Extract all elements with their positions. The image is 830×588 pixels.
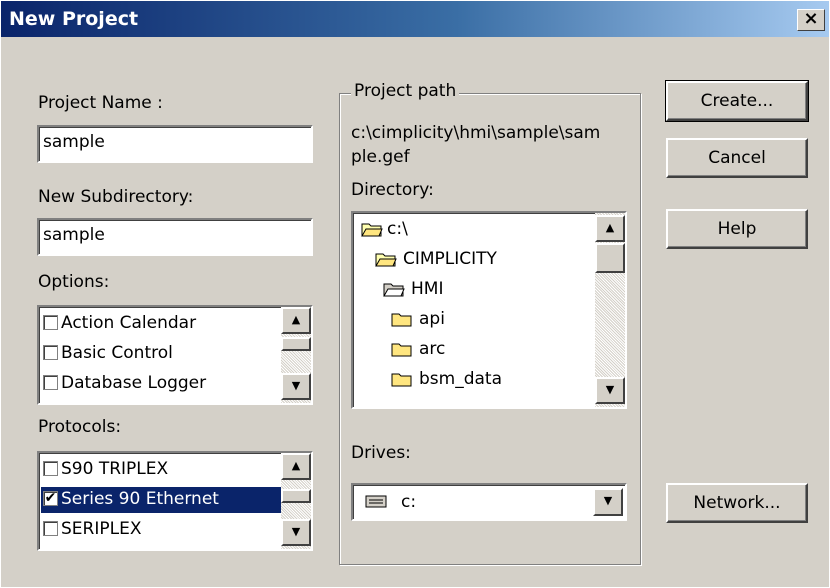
cancel-button[interactable]: Cancel	[666, 138, 808, 178]
directory-label: arc	[419, 339, 446, 359]
directory-item[interactable]: api	[355, 307, 589, 333]
project-path-line2: ple.gef	[351, 147, 410, 167]
scroll-up-icon[interactable]: ▲	[281, 453, 311, 480]
protocol-label: Series 90 Ethernet	[61, 489, 219, 509]
protocols-scrollbar[interactable]: ▲ ▼	[281, 453, 311, 549]
options-listbox[interactable]: Action Calendar Basic Control Database L…	[37, 305, 313, 405]
list-item[interactable]: Basic Control	[41, 341, 281, 367]
chevron-down-icon[interactable]: ▼	[593, 488, 623, 516]
directory-label: bsm_data	[419, 369, 502, 389]
directory-label: HMI	[411, 279, 444, 299]
directory-label: c:\	[387, 219, 408, 239]
list-item-selected[interactable]: ✔ Series 90 Ethernet	[41, 487, 281, 513]
drives-label: Drives:	[351, 443, 411, 463]
drives-combobox[interactable]: c: ▼	[351, 483, 627, 521]
option-label: Database Logger	[61, 373, 207, 393]
checkbox[interactable]	[43, 521, 58, 536]
folder-icon	[391, 373, 412, 387]
directory-item[interactable]: bsm_data	[355, 367, 589, 393]
help-button[interactable]: Help	[666, 209, 808, 249]
list-item[interactable]: SERIPLEX	[41, 517, 281, 543]
directory-item[interactable]: HMI	[355, 277, 589, 303]
subdirectory-label: New Subdirectory:	[38, 187, 194, 207]
create-button[interactable]: Create...	[665, 80, 809, 122]
scroll-thumb[interactable]	[595, 243, 625, 273]
project-path-line1: c:\cimplicity\hmi\sample\sam	[351, 123, 601, 143]
list-item[interactable]: S90 TRIPLEX	[41, 457, 281, 483]
checkbox[interactable]	[43, 345, 58, 360]
drive-icon	[365, 495, 387, 508]
directory-scrollbar[interactable]: ▲ ▼	[595, 213, 625, 407]
scroll-down-icon[interactable]: ▼	[281, 373, 311, 400]
protocols-label: Protocols:	[38, 417, 122, 437]
subdirectory-input[interactable]: sample	[37, 218, 313, 256]
protocol-label: S90 TRIPLEX	[61, 459, 169, 479]
scroll-down-icon[interactable]: ▼	[595, 377, 625, 404]
option-label: Basic Control	[61, 343, 173, 363]
open-folder-icon	[375, 253, 397, 267]
open-folder-icon	[361, 223, 383, 237]
protocols-listbox[interactable]: S90 TRIPLEX ✔ Series 90 Ethernet SERIPLE…	[37, 451, 313, 551]
close-button[interactable]: ×	[797, 9, 825, 31]
directory-label: Directory:	[351, 180, 434, 200]
folder-icon	[391, 313, 412, 327]
scroll-down-icon[interactable]: ▼	[281, 519, 311, 546]
directory-label: CIMPLICITY	[403, 249, 497, 269]
project-name-input[interactable]: sample	[37, 125, 313, 163]
directory-item[interactable]: c:\	[355, 217, 589, 243]
new-project-dialog: New Project × Project Name : sample New …	[0, 0, 830, 588]
checkbox[interactable]	[43, 315, 58, 330]
window-title: New Project	[9, 8, 139, 30]
scroll-up-icon[interactable]: ▲	[595, 215, 625, 242]
directory-listbox[interactable]: c:\ CIMPLICITY HMI api arc bsm_data ▲ ▼	[351, 211, 627, 409]
scroll-up-icon[interactable]: ▲	[281, 307, 311, 334]
option-label: Action Calendar	[61, 313, 197, 333]
protocol-label: SERIPLEX	[61, 519, 142, 539]
open-folder-icon	[383, 283, 405, 297]
project-path-legend: Project path	[351, 81, 460, 101]
directory-item[interactable]: arc	[355, 337, 589, 363]
project-name-label: Project Name :	[38, 93, 163, 113]
network-button[interactable]: Network...	[666, 483, 808, 523]
title-bar[interactable]: New Project ×	[1, 1, 829, 37]
scroll-thumb[interactable]	[281, 337, 311, 351]
drives-value: c:	[401, 492, 417, 512]
checkbox-checked[interactable]: ✔	[43, 491, 58, 506]
checkbox[interactable]	[43, 461, 58, 476]
list-item[interactable]: Action Calendar	[41, 311, 281, 337]
directory-item[interactable]: CIMPLICITY	[355, 247, 589, 273]
list-item[interactable]: Database Logger	[41, 371, 281, 397]
folder-icon	[391, 343, 412, 357]
directory-label: api	[419, 309, 445, 329]
options-label: Options:	[38, 272, 110, 292]
options-scrollbar[interactable]: ▲ ▼	[281, 307, 311, 403]
checkbox[interactable]	[43, 375, 58, 390]
scroll-thumb[interactable]	[281, 489, 311, 503]
